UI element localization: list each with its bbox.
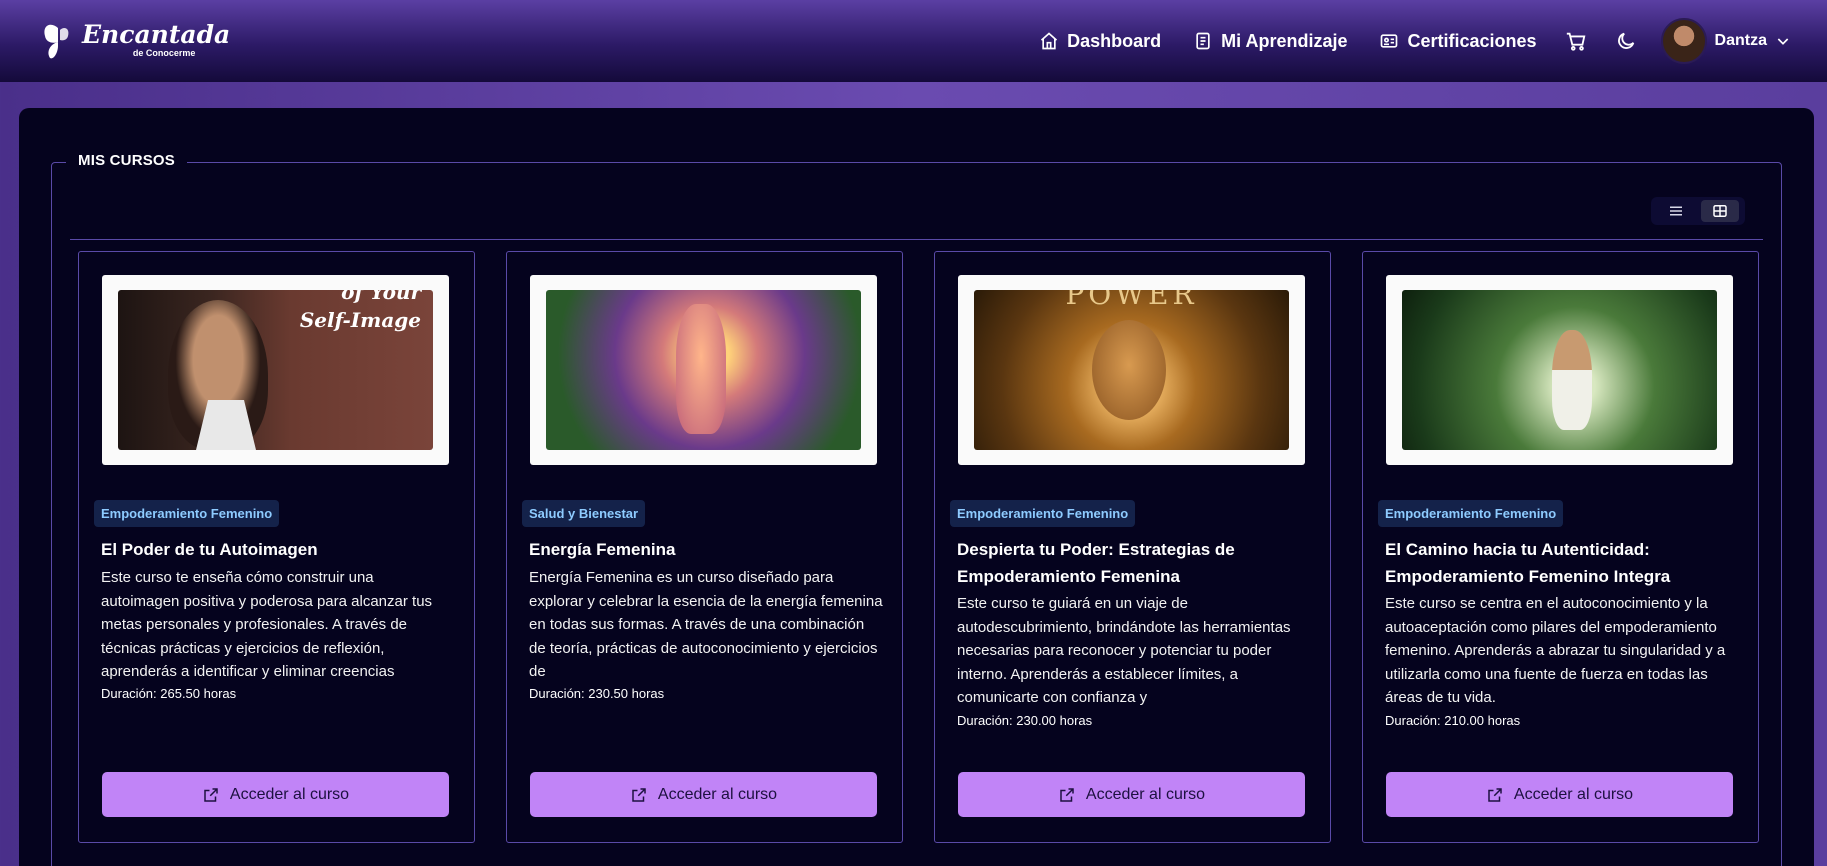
course-duration: Duración: 210.00 horas [1385,713,1521,728]
course-thumbnail [546,290,861,450]
category-badge: Salud y Bienestar [522,500,646,527]
thumbnail-caption: POWER [1065,290,1198,311]
moon-icon [1617,32,1634,49]
avatar [1660,18,1707,64]
course-card: POWER Empoderamiento Femenino Despierta … [934,251,1331,843]
course-thumbnail-frame[interactable]: of Your Self-Image [102,275,449,465]
course-thumbnail: of Your Self-Image [118,290,433,450]
my-courses-section: MIS CURSOS of Your Self-Image Empoderami… [51,152,1782,866]
external-link-icon [632,787,646,802]
access-course-button[interactable]: Acceder al curso [530,772,877,817]
view-toggle [1651,197,1745,225]
nav-dashboard-label: Dashboard [1067,30,1162,51]
nav-certificaciones-label: Certificaciones [1407,30,1537,51]
list-icon [1670,206,1682,216]
course-thumbnail-frame[interactable] [530,275,877,465]
home-icon [1041,32,1058,50]
access-course-button[interactable]: Acceder al curso [102,772,449,817]
access-course-button[interactable]: Acceder al curso [1386,772,1733,817]
access-course-label: Acceder al curso [1513,785,1634,803]
course-title: Energía Femenina [529,540,676,559]
grid-icon [1713,205,1727,217]
external-link-icon [1060,787,1074,802]
course-duration: Duración: 230.00 horas [957,713,1093,728]
thumbnail-caption: of Your [341,290,421,304]
notebook-icon [1196,32,1210,50]
access-course-label: Acceder al curso [229,785,350,803]
cart-button[interactable] [1565,30,1587,52]
list-view-button[interactable] [1657,200,1695,222]
course-description: Energía Femenina es un curso diseñado pa… [529,569,883,680]
logo-subtext: de Conocerme [132,48,196,58]
theme-toggle-button[interactable] [1615,30,1637,52]
course-card: Empoderamiento Femenino El Camino hacia … [1362,251,1759,843]
access-course-label: Acceder al curso [1085,785,1206,803]
cart-icon [1566,32,1585,51]
id-card-icon [1381,34,1398,48]
course-title: Despierta tu Poder: Estrategias de Empod… [957,540,1235,586]
brand-logo[interactable]: Encantada de Conocerme [42,22,230,60]
logo-text: Encantada [82,20,231,49]
top-navbar: Encantada de Conocerme Dashboard Mi Apre… [0,0,1827,82]
user-name: Dantza [1714,32,1767,49]
external-link-icon [204,787,218,802]
butterfly-icon [44,24,69,59]
main-nav: Dashboard Mi Aprendizaje Certificaciones… [1007,18,1791,64]
course-title: El Camino hacia tu Autenticidad: Empoder… [1385,540,1671,586]
category-badge: Empoderamiento Femenino [950,500,1136,527]
course-description: Este curso te guiará en un viaje de auto… [957,595,1291,706]
course-grid: of Your Self-Image Empoderamiento Femeni… [78,251,1759,843]
category-badge: Empoderamiento Femenino [1378,500,1564,527]
nav-mi-aprendizaje[interactable]: Mi Aprendizaje [1193,31,1347,52]
access-course-label: Acceder al curso [657,785,778,803]
course-thumbnail-frame[interactable] [1386,275,1733,465]
user-menu[interactable]: Dantza [1660,18,1791,64]
nav-dashboard[interactable]: Dashboard [1039,31,1161,52]
course-title: El Poder de tu Autoimagen [101,540,318,559]
course-duration: Duración: 265.50 horas [101,686,237,701]
chevron-down-icon [1777,38,1789,45]
course-description: Este curso te enseña cómo construir una … [101,569,433,680]
course-thumbnail [1402,290,1717,450]
category-badge: Empoderamiento Femenino [94,500,280,527]
course-card: of Your Self-Image Empoderamiento Femeni… [78,251,475,843]
course-card: Salud y Bienestar Energía Femenina Energ… [506,251,903,843]
course-description: Este curso se centra en el autoconocimie… [1385,595,1726,706]
main-panel: MIS CURSOS of Your Self-Image Empoderami… [19,108,1814,866]
course-thumbnail: POWER [974,290,1289,450]
course-duration: Duración: 230.50 horas [529,686,665,701]
divider [70,239,1763,240]
nav-mi-aprendizaje-label: Mi Aprendizaje [1221,30,1348,51]
external-link-icon [1488,787,1502,802]
grid-view-button[interactable] [1701,200,1739,222]
course-thumbnail-frame[interactable]: POWER [958,275,1305,465]
nav-certificaciones[interactable]: Certificaciones [1379,30,1537,52]
section-legend: MIS CURSOS [66,152,188,169]
access-course-button[interactable]: Acceder al curso [958,772,1305,817]
thumbnail-caption: Self-Image [299,308,421,332]
